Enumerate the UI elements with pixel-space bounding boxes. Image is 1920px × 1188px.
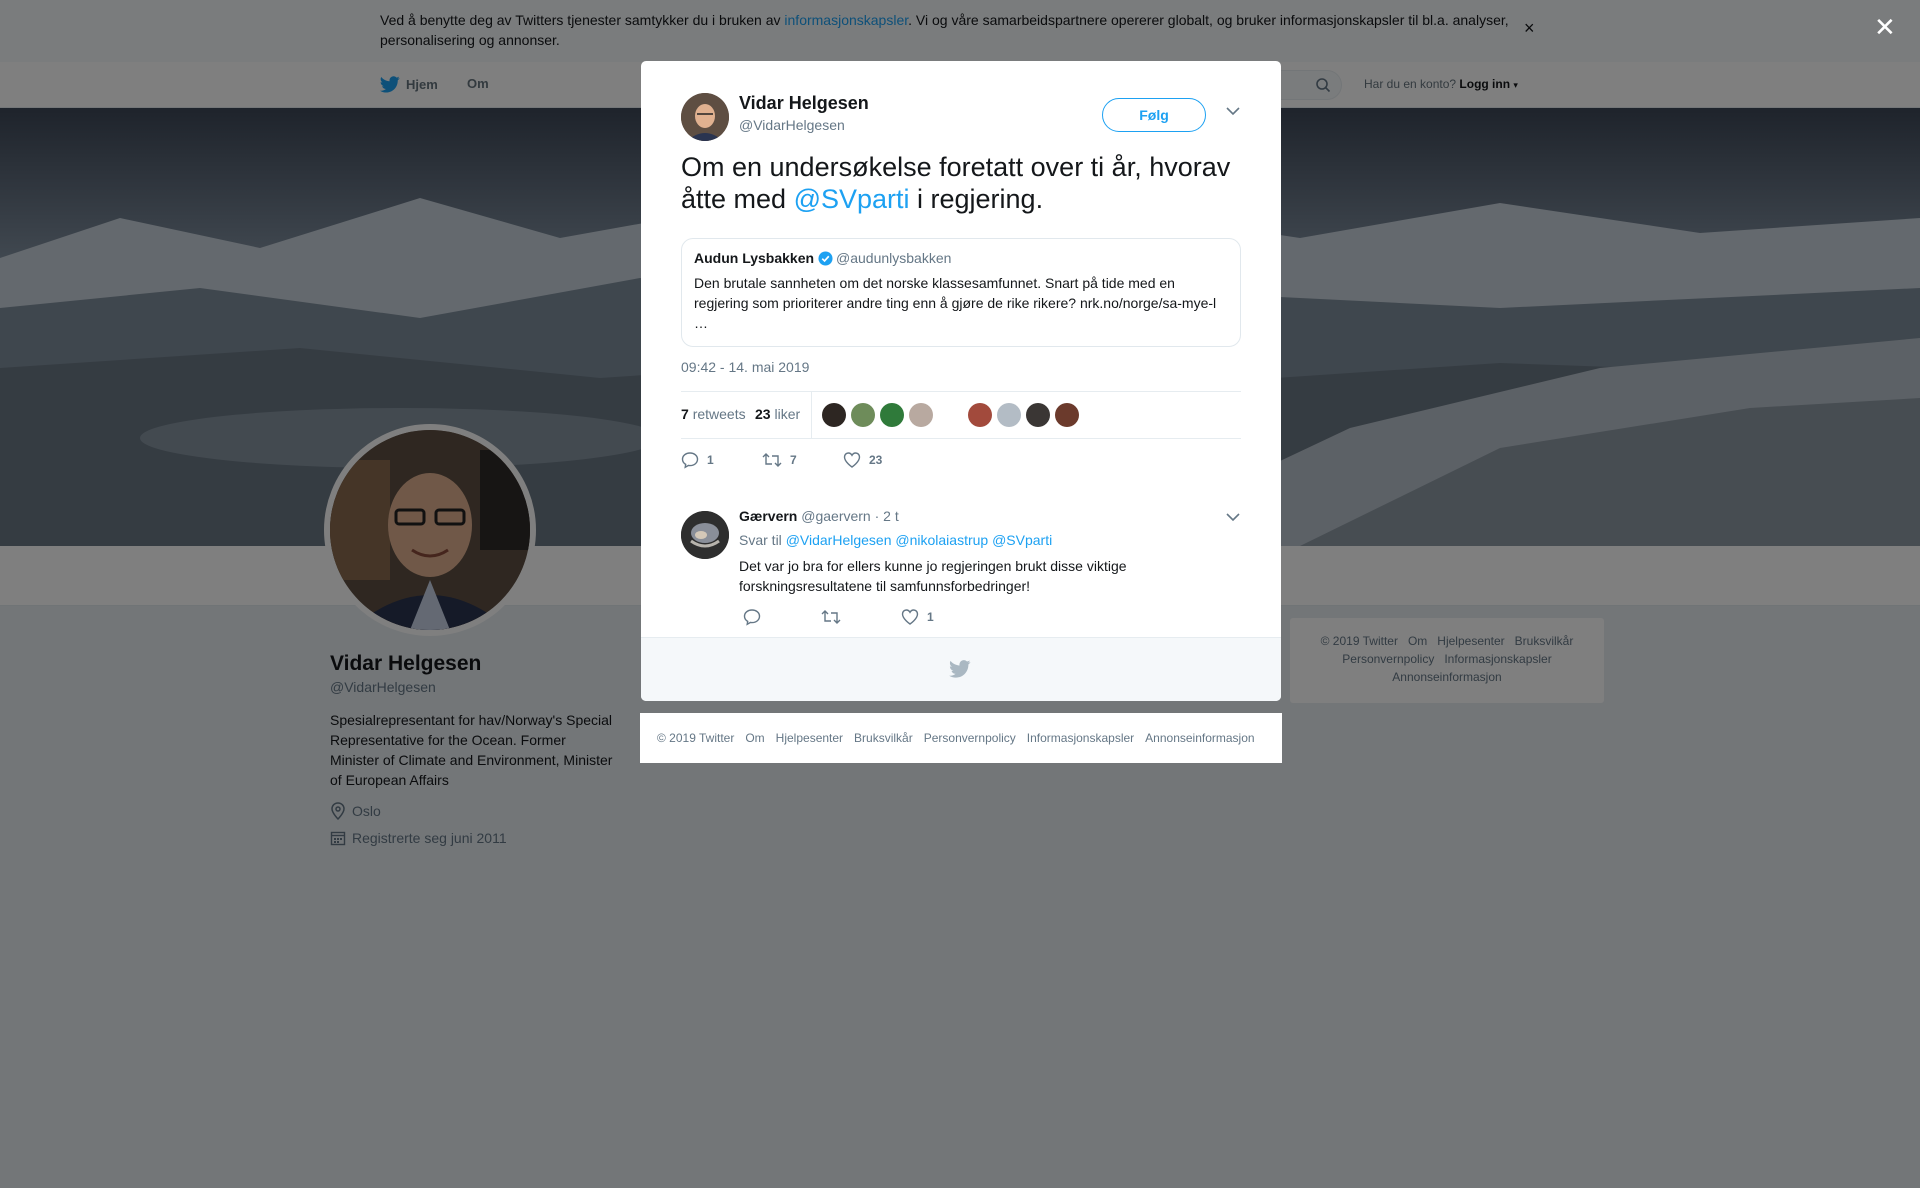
reply-author-name[interactable]: Gærvern — [739, 508, 797, 524]
quoted-author-handle: @audunlysbakken — [836, 250, 952, 266]
quoted-author: Audun Lysbakken — [694, 250, 833, 266]
reply-author-avatar[interactable] — [681, 511, 729, 559]
stats-divider — [811, 392, 812, 438]
reply-button[interactable]: 1 — [681, 451, 714, 469]
reply-to-mention[interactable]: @SVparti — [992, 532, 1052, 548]
reply-time[interactable]: · 2 t — [875, 508, 899, 524]
like-count: 23 — [869, 453, 883, 467]
retweets-label: retweets — [692, 406, 746, 422]
footer-link[interactable]: Bruksvilkår — [854, 731, 913, 745]
reply-header: Gærvern @gaervern · 2 t — [739, 508, 899, 524]
verified-badge-icon — [818, 250, 833, 266]
twitter-bird-icon — [949, 660, 971, 678]
footer-link[interactable]: Om — [745, 731, 764, 745]
liker-avatar[interactable] — [851, 403, 875, 427]
reply-like-button[interactable]: 1 — [901, 608, 934, 626]
liker-avatar[interactable] — [880, 403, 904, 427]
follow-button[interactable]: Følg — [1102, 98, 1206, 132]
retweet-button[interactable]: 7 — [762, 451, 797, 469]
close-modal-button[interactable]: ✕ — [1874, 12, 1896, 43]
footer-link[interactable]: Personvernpolicy — [924, 731, 1016, 745]
liker-avatar[interactable] — [997, 403, 1021, 427]
liker-avatar[interactable] — [1026, 403, 1050, 427]
reply-to-line: Svar til @VidarHelgesen @nikolaiastrup @… — [739, 532, 1052, 548]
retweets-count: 7 — [681, 406, 689, 422]
likes-stat[interactable]: 23 liker — [755, 406, 800, 422]
tweet-text-end: i regjering. — [909, 184, 1044, 214]
tweet-author-avatar[interactable] — [681, 93, 729, 141]
likes-label: liker — [774, 406, 801, 422]
quoted-author-name: Audun Lysbakken — [694, 250, 815, 266]
footer-link[interactable]: Annonseinformasjon — [1145, 731, 1254, 745]
reply-author-photo — [681, 511, 729, 559]
liker-avatar[interactable] — [909, 403, 933, 427]
reply-reply-button[interactable] — [743, 608, 761, 626]
heart-icon — [843, 452, 861, 468]
reply-to-mention[interactable]: @VidarHelgesen — [786, 532, 892, 548]
retweets-stat[interactable]: 7 retweets — [681, 406, 746, 422]
tweet-author-handle[interactable]: @VidarHelgesen — [739, 117, 845, 133]
reply-retweet-button[interactable] — [821, 608, 841, 626]
tweet-timestamp: 09:42 - 14. mai 2019 — [681, 359, 810, 375]
reply-author-handle[interactable]: @gaervern — [801, 508, 870, 524]
like-button[interactable]: 23 — [843, 451, 882, 469]
tweet-text: Om en undersøkelse foretatt over ti år, … — [681, 151, 1241, 215]
chevron-down-icon[interactable] — [1226, 512, 1240, 522]
reply-like-count: 1 — [927, 610, 934, 624]
reply-to-mention[interactable]: @nikolaiastrup — [895, 532, 988, 548]
retweet-count: 7 — [790, 453, 797, 467]
modal-footer — [641, 637, 1281, 701]
tweet-mention-link[interactable]: @SVparti — [794, 184, 910, 214]
reply-to-label: Svar til — [739, 532, 782, 548]
quoted-tweet-text: Den brutale sannheten om det norske klas… — [694, 275, 1217, 331]
retweet-icon — [762, 453, 782, 467]
quoted-tweet[interactable]: Audun Lysbakken @audunlysbakken Den brut… — [681, 238, 1241, 347]
tweet-author-name[interactable]: Vidar Helgesen — [739, 93, 869, 114]
reply-text: Det var jo bra for ellers kunne jo regje… — [739, 558, 1127, 594]
modal-bottom-footer: © 2019 Twitter Om Hjelpesenter Bruksvilk… — [640, 713, 1282, 763]
liker-avatar[interactable] — [968, 403, 992, 427]
retweet-icon — [821, 610, 841, 624]
reply-count: 1 — [707, 453, 714, 467]
reply-icon — [743, 609, 761, 626]
footer-link[interactable]: Informasjonskapsler — [1027, 731, 1134, 745]
footer-link[interactable]: Hjelpesenter — [776, 731, 843, 745]
heart-icon — [901, 609, 919, 625]
author-photo — [681, 93, 729, 141]
liker-avatar[interactable] — [822, 403, 846, 427]
likes-count: 23 — [755, 406, 771, 422]
reply-icon — [681, 452, 699, 469]
tweet-stats: 7 retweets 23 liker — [681, 391, 1241, 439]
chevron-down-icon[interactable] — [1226, 106, 1240, 116]
tweet-modal: Vidar Helgesen @VidarHelgesen Følg Om en… — [641, 61, 1281, 701]
liker-avatar[interactable] — [1055, 403, 1079, 427]
footer-link[interactable]: © 2019 Twitter — [657, 731, 734, 745]
